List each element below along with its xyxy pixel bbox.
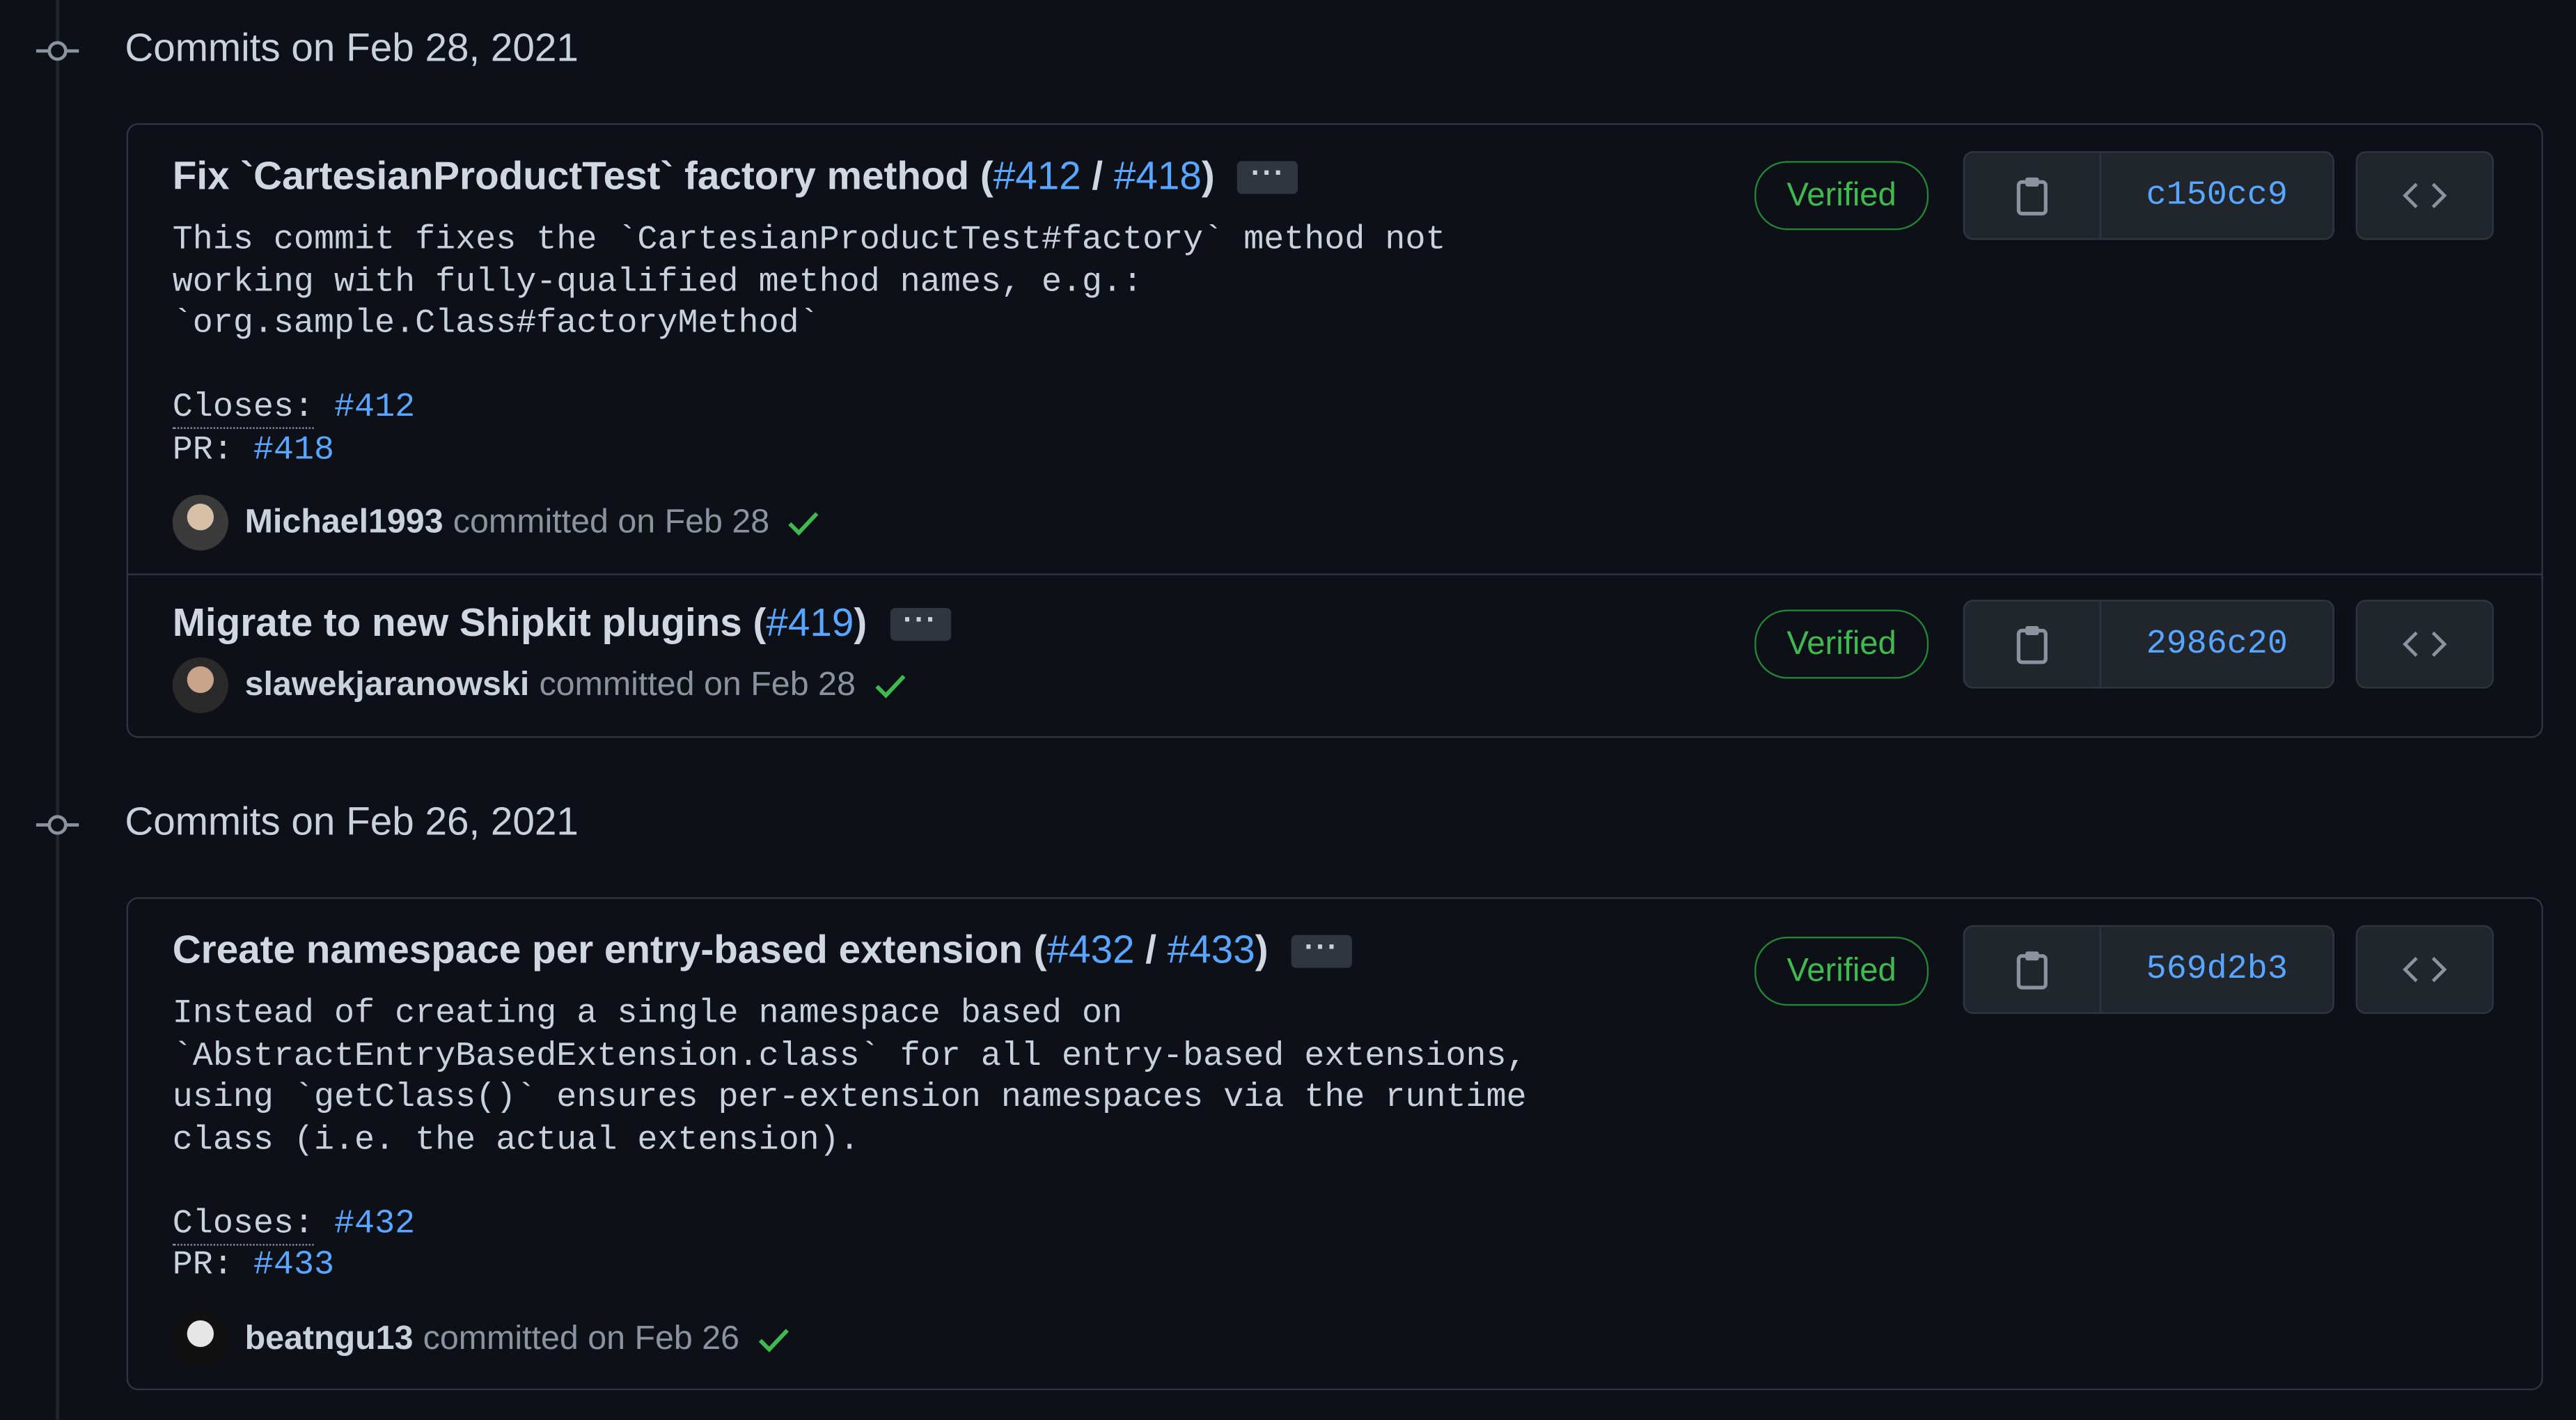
check-icon[interactable] xyxy=(786,504,822,540)
clipboard-icon xyxy=(2016,177,2048,216)
message-line: class (i.e. the actual extension). xyxy=(172,1121,860,1160)
commit-message-body: This commit fixes the `CartesianProductT… xyxy=(172,220,1446,471)
message-line: using `getClass()` ensures per-extension… xyxy=(172,1079,1527,1118)
pr-link[interactable]: #433 xyxy=(1168,928,1255,974)
timeline-line xyxy=(56,0,59,1420)
commit-message-body: Instead of creating a single namespace b… xyxy=(172,994,1527,1288)
avatar[interactable] xyxy=(172,1311,228,1368)
commit-row: Create namespace per entry-based extensi… xyxy=(128,899,2541,1389)
closes-label: Closes: xyxy=(172,1205,314,1245)
commit-title-text[interactable]: Fix `CartesianProductTest` factory metho… xyxy=(173,155,994,201)
git-commit-icon xyxy=(36,813,79,836)
expand-message-button[interactable]: ··· xyxy=(1291,932,1352,968)
code-icon xyxy=(2403,182,2447,208)
closes-issue-link[interactable]: #432 xyxy=(334,1206,415,1243)
verified-badge[interactable]: Verified xyxy=(1754,609,1929,679)
pr-link[interactable]: #418 xyxy=(253,431,334,469)
copy-sha-button[interactable] xyxy=(1965,601,2101,687)
pr-label: PR: xyxy=(172,1247,233,1286)
message-line: `org.sample.Class#factoryMethod` xyxy=(172,305,819,344)
message-line: working with fully-qualified method name… xyxy=(172,263,1143,302)
group-date-heading: Commits on Feb 28, 2021 xyxy=(125,26,579,71)
group-date-heading: Commits on Feb 26, 2021 xyxy=(125,800,579,845)
issue-link[interactable]: #412 xyxy=(994,155,1081,201)
expand-message-button[interactable]: ··· xyxy=(1237,158,1299,194)
avatar[interactable] xyxy=(172,657,228,714)
commit-group-box: Create namespace per entry-based extensi… xyxy=(126,897,2543,1391)
author-link[interactable]: slawekjaranowski xyxy=(245,666,530,705)
commit-title[interactable]: Fix `CartesianProductTest` factory metho… xyxy=(173,154,1299,201)
pr-link[interactable]: #433 xyxy=(253,1247,334,1285)
verified-badge[interactable]: Verified xyxy=(1754,161,1929,231)
closes-label: Closes: xyxy=(172,389,314,429)
git-commit-icon xyxy=(36,40,79,63)
code-icon xyxy=(2403,631,2447,657)
sha-button-group: c150cc9 xyxy=(1963,151,2334,240)
commit-title-text[interactable]: Migrate to new Shipkit plugins ( xyxy=(173,602,767,648)
message-line: Instead of creating a single namespace b… xyxy=(172,995,1123,1034)
clipboard-icon xyxy=(2016,951,2048,990)
commit-sha-link[interactable]: 2986c20 xyxy=(2101,602,2333,687)
author-link[interactable]: beatngu13 xyxy=(245,1320,414,1359)
check-icon[interactable] xyxy=(756,1321,792,1357)
link-separator: / xyxy=(1134,928,1168,973)
message-line: This commit fixes the `CartesianProductT… xyxy=(172,221,1446,260)
commit-sha-link[interactable]: c150cc9 xyxy=(2101,153,2333,238)
commit-title-suffix: ) xyxy=(854,601,867,646)
issue-link[interactable]: #432 xyxy=(1047,928,1135,974)
link-separator: / xyxy=(1081,154,1114,199)
pr-link[interactable]: #419 xyxy=(766,602,854,648)
commit-meta: slawekjaranowski committed on Feb 28 xyxy=(172,657,909,714)
commit-sha-link[interactable]: 569d2b3 xyxy=(2101,927,2333,1013)
commit-title[interactable]: Create namespace per entry-based extensi… xyxy=(173,928,1352,974)
pr-label: PR: xyxy=(172,431,233,469)
commit-date: committed on Feb 28 xyxy=(539,665,856,703)
pr-link[interactable]: #418 xyxy=(1114,155,1202,201)
commit-row: Fix `CartesianProductTest` factory metho… xyxy=(128,125,2541,573)
sha-button-group: 2986c20 xyxy=(1963,600,2334,689)
browse-repo-button[interactable] xyxy=(2355,600,2494,689)
sha-button-group: 569d2b3 xyxy=(1963,925,2334,1014)
commit-title[interactable]: Migrate to new Shipkit plugins (#419) ··… xyxy=(173,602,951,648)
commit-title-suffix: ) xyxy=(1201,154,1215,199)
commit-date: committed on Feb 28 xyxy=(453,503,770,541)
commit-date: committed on Feb 26 xyxy=(423,1319,740,1358)
check-icon[interactable] xyxy=(872,667,908,703)
clipboard-icon xyxy=(2016,626,2048,664)
copy-sha-button[interactable] xyxy=(1965,926,2101,1013)
browse-repo-button[interactable] xyxy=(2355,151,2494,240)
commit-meta: beatngu13 committed on Feb 26 xyxy=(172,1311,792,1368)
verified-badge[interactable]: Verified xyxy=(1754,936,1929,1006)
commit-meta: Michael1993 committed on Feb 28 xyxy=(172,494,822,551)
commit-title-text[interactable]: Create namespace per entry-based extensi… xyxy=(173,928,1047,974)
copy-sha-button[interactable] xyxy=(1965,153,2101,239)
message-line: `AbstractEntryBasedExtension.class` for … xyxy=(172,1038,1527,1076)
code-icon xyxy=(2403,956,2447,983)
commit-group-box: Fix `CartesianProductTest` factory metho… xyxy=(126,123,2543,738)
avatar[interactable] xyxy=(172,494,228,551)
commit-row: Migrate to new Shipkit plugins (#419) ··… xyxy=(128,573,2542,737)
author-link[interactable]: Michael1993 xyxy=(245,503,443,543)
browse-repo-button[interactable] xyxy=(2355,925,2494,1014)
expand-message-button[interactable]: ··· xyxy=(890,604,951,641)
commit-title-suffix: ) xyxy=(1255,928,1269,973)
closes-issue-link[interactable]: #412 xyxy=(334,389,415,427)
